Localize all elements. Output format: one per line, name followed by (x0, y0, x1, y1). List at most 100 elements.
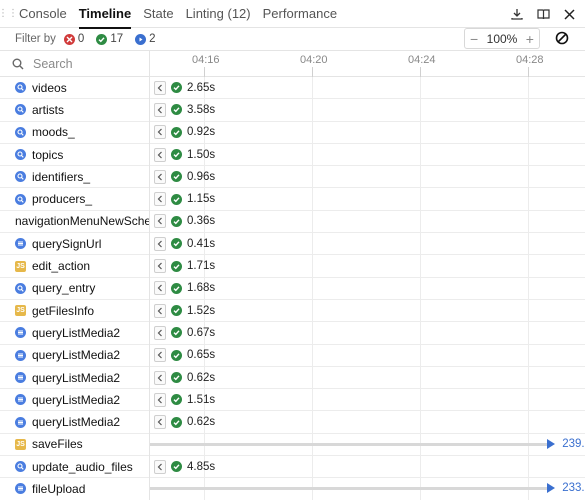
axis-tick-label: 04:24 (408, 54, 436, 66)
timeline-row[interactable]: 0.36s (150, 211, 585, 234)
request-row[interactable]: query_entry (0, 278, 149, 300)
tab-timeline[interactable]: Timeline (73, 0, 138, 29)
request-row[interactable]: queryListMedia2 (0, 345, 149, 367)
check-icon (171, 193, 182, 205)
collapse-left-button[interactable] (154, 192, 166, 207)
drag-handle-icon[interactable]: ⋮⋮ (0, 0, 18, 28)
timeline-row[interactable]: 239.0 (150, 434, 585, 457)
filter-errors[interactable]: 0 (63, 33, 84, 45)
timeline-row[interactable]: 1.68s (150, 278, 585, 300)
request-name: queryListMedia2 (32, 325, 121, 340)
tab-linting[interactable]: Linting (12) (180, 0, 257, 28)
mutation-icon (15, 394, 26, 406)
request-row[interactable]: update_audio_files (0, 456, 149, 479)
request-row[interactable]: queryListMedia2 (0, 322, 149, 345)
check-icon (171, 461, 182, 473)
search-icon (12, 58, 24, 69)
timeline-row[interactable]: 4.85s (150, 456, 585, 479)
request-row[interactable]: fileUpload (0, 478, 149, 500)
check-icon (171, 238, 182, 250)
request-row[interactable]: moods_ (0, 122, 149, 144)
duration-label: 0.62s (187, 416, 216, 429)
timeline-row[interactable]: 1.15s (150, 188, 585, 211)
collapse-left-button[interactable] (154, 459, 166, 474)
request-row[interactable]: querySignUrl (0, 233, 149, 256)
axis-tick-label: 04:16 (192, 54, 220, 66)
request-row[interactable]: identifiers_ (0, 166, 149, 189)
request-row[interactable]: JS edit_action (0, 255, 149, 278)
collapse-left-button[interactable] (154, 147, 166, 162)
request-name: getFilesInfo (32, 303, 95, 318)
timeline-row[interactable]: 0.92s (150, 122, 585, 144)
duration-label: 4.85s (187, 460, 216, 473)
collapse-left-button[interactable] (154, 281, 166, 296)
duration-bar (150, 487, 551, 491)
tab-state[interactable]: State (137, 0, 179, 28)
axis-tick (204, 67, 205, 77)
zoom-in-button[interactable]: + (526, 31, 534, 47)
book-icon[interactable] (533, 4, 553, 24)
download-icon[interactable] (507, 4, 527, 24)
axis-tick (312, 67, 313, 77)
request-name: videos (32, 80, 67, 95)
timeline-row[interactable]: 233.5 (150, 478, 585, 500)
close-icon[interactable] (559, 4, 579, 24)
timeline-row[interactable]: 0.41s (150, 233, 585, 256)
collapse-left-button[interactable] (154, 325, 166, 340)
request-row[interactable]: queryListMedia2 (0, 389, 149, 412)
expand-right-icon[interactable] (547, 438, 555, 449)
success-count: 17 (110, 33, 124, 45)
collapse-left-button[interactable] (154, 214, 166, 229)
tab-performance[interactable]: Performance (257, 0, 343, 28)
axis-tick (528, 67, 529, 77)
collapse-left-button[interactable] (154, 169, 166, 184)
expand-right-icon[interactable] (547, 483, 555, 494)
timeline-row[interactable]: 1.71s (150, 255, 585, 278)
timeline-row[interactable]: 1.50s (150, 144, 585, 167)
timeline-row[interactable]: 0.62s (150, 367, 585, 390)
collapse-left-button[interactable] (154, 102, 166, 117)
tab-bar: ⋮⋮ Console Timeline State Linting (12) P… (0, 0, 585, 29)
timeline-row[interactable]: 0.67s (150, 322, 585, 345)
request-row[interactable]: queryListMedia2 (0, 411, 149, 434)
collapse-left-button[interactable] (154, 259, 166, 274)
request-row[interactable]: artists (0, 99, 149, 122)
collapse-left-button[interactable] (154, 348, 166, 363)
query-icon (15, 126, 26, 138)
timeline-row[interactable]: 3.58s (150, 99, 585, 122)
timeline-row[interactable]: 1.52s (150, 300, 585, 323)
check-icon (171, 149, 182, 161)
axis-tick-label: 04:20 (300, 54, 328, 66)
duration-label: 1.15s (187, 193, 216, 206)
filter-success[interactable]: 17 (96, 33, 123, 45)
zoom-out-button[interactable]: − (470, 31, 478, 47)
collapse-left-button[interactable] (154, 392, 166, 407)
collapse-left-button[interactable] (154, 370, 166, 385)
request-row[interactable]: navigationMenuNewSche… (0, 211, 149, 234)
collapse-left-button[interactable] (154, 80, 166, 95)
collapse-left-button[interactable] (154, 125, 166, 140)
collapse-left-button[interactable] (154, 415, 166, 430)
timeline-row[interactable]: 1.51s (150, 389, 585, 412)
request-row[interactable]: producers_ (0, 188, 149, 211)
collapse-left-button[interactable] (154, 236, 166, 251)
query-icon (15, 282, 26, 294)
tab-console[interactable]: Console (13, 0, 73, 28)
javascript-icon: JS (15, 260, 26, 272)
collapse-left-button[interactable] (154, 303, 166, 318)
timeline-row[interactable]: 0.96s (150, 166, 585, 189)
request-row[interactable]: JS getFilesInfo (0, 300, 149, 323)
search-input[interactable]: Search (0, 50, 149, 77)
check-icon (96, 33, 108, 45)
request-row[interactable]: videos (0, 77, 149, 100)
request-row[interactable]: queryListMedia2 (0, 367, 149, 390)
javascript-icon: JS (15, 438, 26, 450)
duration-label: 1.52s (187, 304, 216, 317)
timeline-row[interactable]: 0.62s (150, 411, 585, 434)
timeline-row[interactable]: 2.65s (150, 77, 585, 100)
request-row[interactable]: topics (0, 144, 149, 167)
request-row[interactable]: JS saveFiles (0, 434, 149, 457)
timeline-row[interactable]: 0.65s (150, 345, 585, 367)
clear-icon[interactable] (555, 31, 571, 47)
filter-info[interactable]: 2 (135, 33, 156, 45)
